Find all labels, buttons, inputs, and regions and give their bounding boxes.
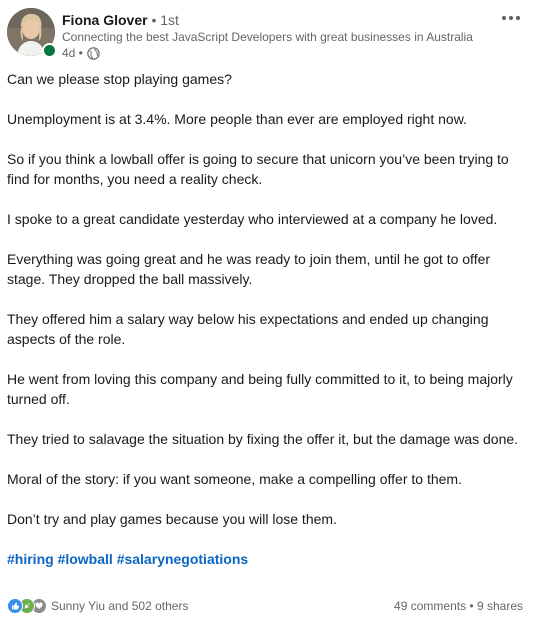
post-time: 4d • bbox=[62, 46, 83, 60]
post-paragraph: Moral of the story: if you want someone,… bbox=[7, 471, 462, 487]
hashtag-lowball[interactable]: #lowball bbox=[58, 551, 113, 567]
hashtag-list: #hiring #lowball #salarynegotiations bbox=[7, 549, 527, 569]
post-paragraph: Don’t try and play games because you wil… bbox=[7, 511, 337, 527]
name-separator: • bbox=[151, 12, 157, 28]
more-options-button[interactable] bbox=[499, 10, 523, 26]
counts-separator: • bbox=[469, 599, 474, 613]
hashtag-hiring[interactable]: #hiring bbox=[7, 551, 54, 567]
post-paragraph: He went from loving this company and bei… bbox=[7, 371, 513, 407]
dot-icon bbox=[509, 16, 513, 20]
globe-icon bbox=[87, 46, 100, 60]
engagement-counts: 49 comments • 9 shares bbox=[394, 598, 523, 614]
post-paragraph: So if you think a lowball offer is going… bbox=[7, 151, 509, 187]
reactions-label: Sunny Yiu and 502 others bbox=[51, 599, 189, 613]
author-headline: Connecting the best JavaScript Developer… bbox=[62, 30, 473, 44]
reactions-summary[interactable]: Sunny Yiu and 502 others bbox=[7, 598, 188, 614]
author-name[interactable]: Fiona Glover bbox=[62, 12, 148, 28]
post-content: Can we please stop playing games? Unempl… bbox=[7, 69, 527, 569]
author-name-line: Fiona Glover • 1st bbox=[62, 11, 492, 29]
post-paragraph: I spoke to a great candidate yesterday w… bbox=[7, 211, 498, 227]
social-counts: Sunny Yiu and 502 others 49 comments • 9… bbox=[7, 598, 537, 616]
connection-degree: 1st bbox=[160, 12, 179, 28]
hashtag-salarynegotiations[interactable]: #salarynegotiations bbox=[117, 551, 249, 567]
post-time-line: 4d • bbox=[62, 45, 492, 61]
shares-count[interactable]: 9 shares bbox=[477, 599, 523, 613]
comments-count[interactable]: 49 comments bbox=[394, 599, 466, 613]
post-paragraph: Can we please stop playing games? bbox=[7, 71, 232, 87]
online-status-dot bbox=[42, 43, 57, 58]
post-paragraph: They tried to salavage the situation by … bbox=[7, 431, 519, 447]
author-meta: Fiona Glover • 1st Connecting the best J… bbox=[62, 11, 492, 61]
dot-icon bbox=[516, 16, 520, 20]
post-paragraph: Everything was going great and he was re… bbox=[7, 251, 491, 287]
author-avatar-wrap[interactable] bbox=[7, 8, 57, 58]
dot-icon bbox=[502, 16, 506, 20]
feed-post: Fiona Glover • 1st Connecting the best J… bbox=[0, 0, 544, 620]
post-header: Fiona Glover • 1st Connecting the best J… bbox=[7, 8, 537, 60]
post-paragraph: Unemployment is at 3.4%. More people tha… bbox=[7, 111, 467, 127]
post-paragraph: They offered him a salary way below his … bbox=[7, 311, 489, 347]
like-icon bbox=[7, 598, 23, 614]
